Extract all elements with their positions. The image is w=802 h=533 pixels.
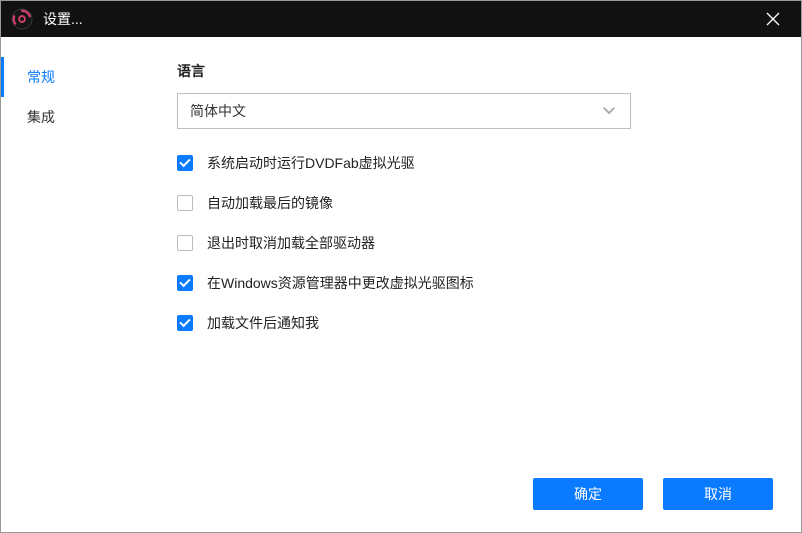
checkbox-icon [177, 315, 193, 331]
footer: 确定 取消 [1, 478, 801, 532]
option-label: 自动加载最后的镜像 [207, 193, 333, 213]
option-label: 在Windows资源管理器中更改虚拟光驱图标 [207, 273, 474, 293]
sidebar-item-label: 常规 [27, 69, 55, 85]
option-change-explorer-icon[interactable]: 在Windows资源管理器中更改虚拟光驱图标 [177, 273, 773, 293]
language-select[interactable]: 简体中文 [177, 93, 631, 129]
sidebar-item-label: 集成 [27, 109, 55, 125]
cancel-button[interactable]: 取消 [663, 478, 773, 510]
checkbox-icon [177, 235, 193, 251]
sidebar-item-general[interactable]: 常规 [1, 57, 157, 97]
option-label: 加载文件后通知我 [207, 313, 319, 333]
language-label: 语言 [177, 61, 773, 81]
close-button[interactable] [751, 1, 795, 37]
window-title: 设置... [43, 9, 751, 29]
option-label: 系统启动时运行DVDFab虚拟光驱 [207, 153, 415, 173]
language-select-value: 简体中文 [190, 101, 600, 121]
checkbox-icon [177, 275, 193, 291]
settings-window: 设置... 常规 集成 语言 简体中文 [0, 0, 802, 533]
option-notify-after-mount[interactable]: 加载文件后通知我 [177, 313, 773, 333]
option-autoload-last-image[interactable]: 自动加载最后的镜像 [177, 193, 773, 213]
option-unmount-on-exit[interactable]: 退出时取消加载全部驱动器 [177, 233, 773, 253]
option-run-on-startup[interactable]: 系统启动时运行DVDFab虚拟光驱 [177, 153, 773, 173]
button-label: 取消 [704, 484, 732, 504]
chevron-down-icon [600, 101, 618, 122]
main-panel: 语言 简体中文 系统启动时运行DVDFab虚拟光驱 自动加载最后的镜像 退出时取… [157, 37, 801, 478]
ok-button[interactable]: 确定 [533, 478, 643, 510]
titlebar: 设置... [1, 1, 801, 37]
app-icon [11, 8, 33, 30]
button-label: 确定 [574, 484, 602, 504]
checkbox-icon [177, 155, 193, 171]
option-label: 退出时取消加载全部驱动器 [207, 233, 375, 253]
window-body: 常规 集成 语言 简体中文 系统启动时运行DVDFab虚拟光驱 自动加载最后的镜… [1, 37, 801, 478]
close-icon [766, 12, 780, 26]
sidebar: 常规 集成 [1, 37, 157, 478]
sidebar-item-integration[interactable]: 集成 [1, 97, 157, 137]
checkbox-icon [177, 195, 193, 211]
